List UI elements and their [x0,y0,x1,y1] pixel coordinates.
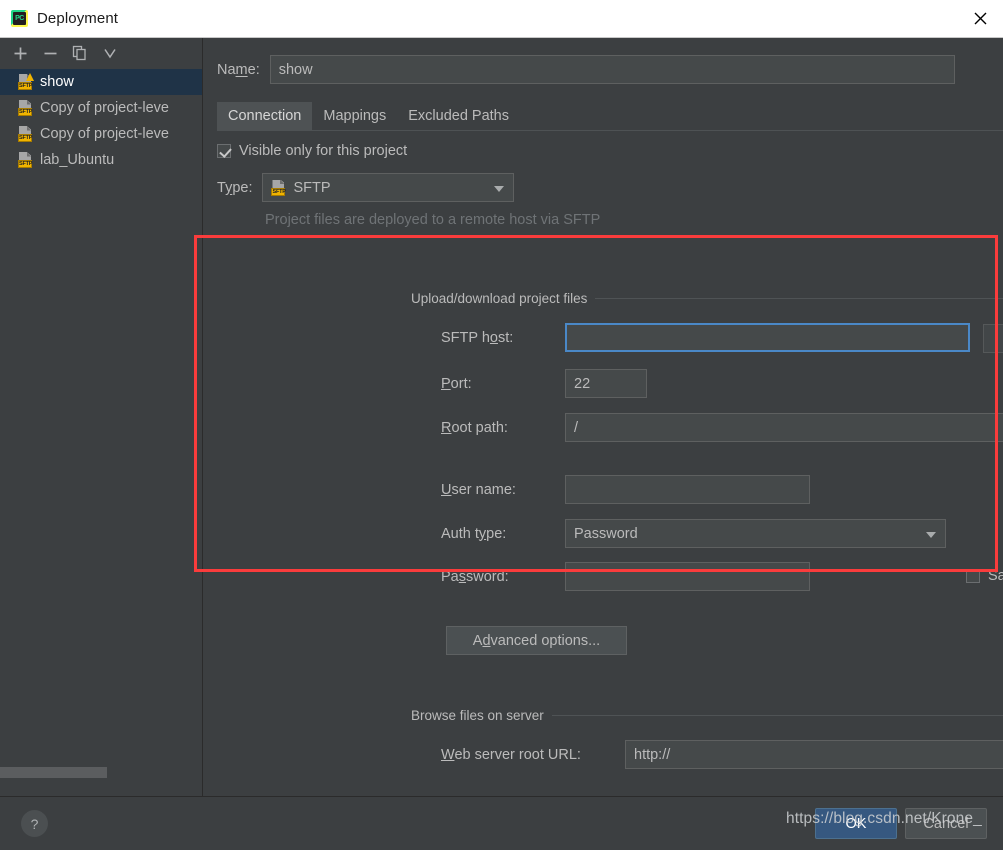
settings-tabs: Connection Mappings Excluded Paths [217,102,1003,131]
window-title: Deployment [37,10,119,27]
deployment-dialog: PC Deployment SFTP show SFTP Copy of pro… [0,0,1003,850]
save-password-row: Save password [966,568,1003,584]
root-path-value: / [574,419,579,436]
name-row: Name: show [203,38,1003,84]
web-server-root-url-row: Web server root URL: http:// [441,740,1003,769]
sftp-host-row: SFTP host: [441,323,970,352]
pycharm-icon: PC [11,10,28,27]
add-button[interactable] [6,40,34,66]
dialog-body: SFTP show SFTP Copy of project-leve SFTP… [0,38,1003,816]
connection-hint: Project files are deployed to a remote h… [265,212,601,228]
sidebar-item-label: Copy of project-leve [40,126,169,142]
user-name-row: User name: [441,475,810,504]
dialog-footer: ? OK Cancel [0,796,1003,850]
password-input[interactable] [565,562,810,591]
root-path-input[interactable]: / [565,413,1003,442]
sidebar-item-label: show [40,74,74,90]
connection-type-select[interactable]: SFTP SFTP [262,173,515,202]
web-server-root-url-label: Web server root URL: [441,746,581,763]
type-label: Type: [217,179,253,196]
scrollbar-thumb[interactable] [0,767,107,778]
visible-only-checkbox[interactable] [217,144,231,158]
sftp-icon: SFTP [18,126,33,142]
sidebar-item-label: lab_Ubuntu [40,152,115,168]
browse-files-group-title: Browse files on server [411,708,1003,723]
user-name-input[interactable] [565,475,810,504]
visible-only-label: Visible only for this project [239,143,408,159]
user-name-label: User name: [441,481,516,498]
sidebar-item-copy-of-project-level-1[interactable]: SFTP Copy of project-leve [0,95,202,121]
remove-button[interactable] [36,40,64,66]
tab-mappings[interactable]: Mappings [312,102,397,130]
port-row: Port: 22 [441,369,647,398]
save-password-label: Save password [988,568,1003,584]
port-label: Port: [441,375,472,392]
ok-button[interactable]: OK [815,808,897,839]
deployment-server-list-panel: SFTP show SFTP Copy of project-leve SFTP… [0,38,203,796]
sftp-icon: SFTP [18,100,33,116]
save-password-checkbox[interactable] [966,569,980,583]
connection-settings-pane: Name: show Connection Mappings Excluded … [203,38,1003,816]
sftp-host-label: SFTP host: [441,329,514,346]
sidebar-item-copy-of-project-level-2[interactable]: SFTP Copy of project-leve [0,121,202,147]
root-path-row: Root path: / [441,413,1003,442]
root-path-label: Root path: [441,419,508,436]
footer-actions: OK Cancel [815,808,987,839]
help-button[interactable]: ? [21,810,48,837]
connection-tab-body: Visible only for this project Type: SFTP… [203,131,1003,228]
chevron-down-icon [494,185,505,192]
advanced-options-button[interactable]: Ad vanced options... [446,626,627,655]
port-input[interactable]: 22 [565,369,647,398]
auth-type-row: Auth type: Password [441,519,946,548]
name-input[interactable]: show [269,55,955,84]
visible-only-row: Visible only for this project [217,143,1003,159]
sidebar-item-label: Copy of project-leve [40,100,169,116]
password-row: Password: [441,562,810,591]
tab-connection[interactable]: Connection [217,102,313,130]
sftp-warning-icon: SFTP [18,73,34,90]
close-icon[interactable] [957,0,1003,37]
auth-type-select[interactable]: Password [565,519,946,548]
check-icon[interactable] [96,40,124,66]
sftp-icon: SFTP [18,152,33,168]
sftp-icon: SFTP [271,179,286,196]
browse-files-group: Browse files on server [411,708,1003,723]
type-row: Type: SFTP SFTP [217,173,1003,202]
sidebar-item-show[interactable]: SFTP show [0,69,202,95]
tab-excluded-paths[interactable]: Excluded Paths [397,102,520,130]
sftp-host-input[interactable] [565,323,970,352]
connection-type-value: SFTP [293,179,331,196]
name-label: Name: [217,61,260,78]
web-server-root-url-input[interactable]: http:// [625,740,1003,769]
cancel-button[interactable]: Cancel [905,808,987,839]
sidebar-horizontal-scrollbar[interactable] [0,767,202,778]
sidebar-item-lab-ubuntu[interactable]: SFTP lab_Ubuntu [0,147,202,173]
server-list: SFTP show SFTP Copy of project-leve SFTP… [0,68,202,796]
title-bar: PC Deployment [0,0,1003,38]
upload-download-group: Upload/download project files [411,291,1003,306]
upload-download-group-title: Upload/download project files [411,291,1003,306]
auth-type-label: Auth type: [441,525,507,542]
server-list-toolbar [0,38,202,68]
password-label: Password: [441,568,509,585]
auth-type-value: Password [574,525,638,542]
test-sftp-connection-button[interactable]: Test SFTP connection... [983,324,1003,353]
chevron-down-icon [926,531,936,538]
copy-icon[interactable] [66,40,94,66]
